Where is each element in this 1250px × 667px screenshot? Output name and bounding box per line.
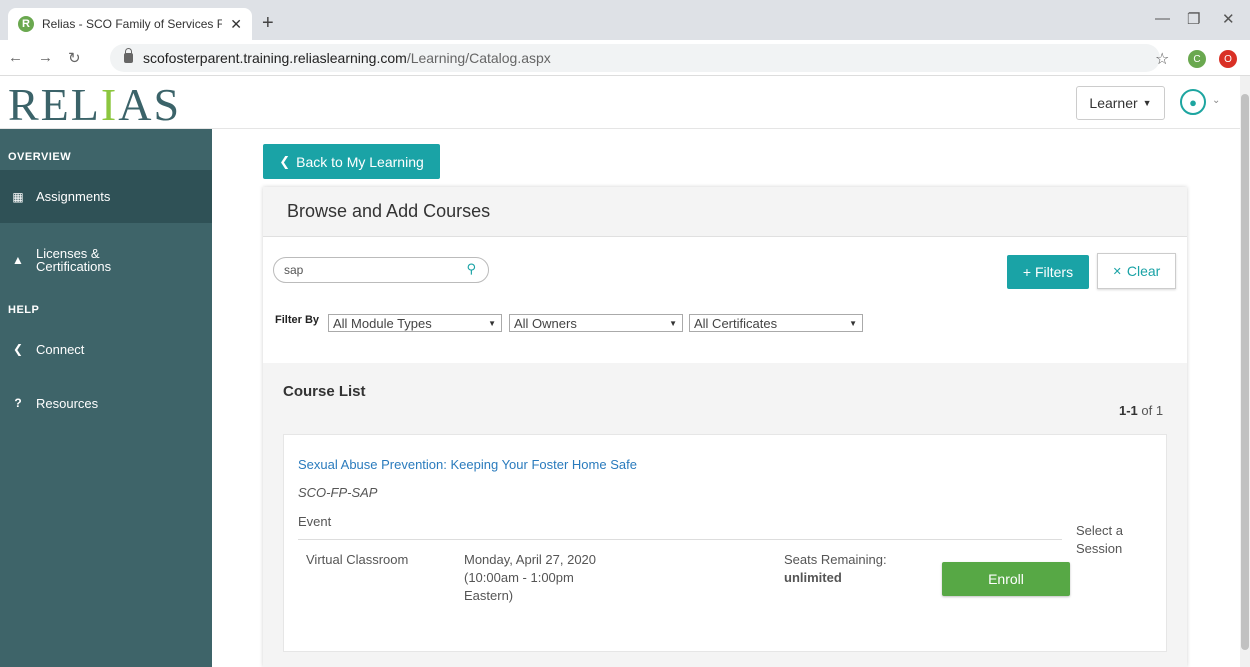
sidebar-item-resources[interactable]: ? Resources — [0, 375, 212, 431]
chevron-left-icon: ❮ — [279, 153, 291, 169]
course-card: Sexual Abuse Prevention: Keeping Your Fo… — [283, 434, 1167, 652]
restore-icon[interactable]: ❐ — [1187, 10, 1200, 28]
session-location: Virtual Classroom — [306, 552, 409, 567]
url-host: scofosterparent.training.reliaslearning.… — [143, 50, 407, 66]
main-content: ❮ Back to My Learning Browse and Add Cou… — [212, 129, 1240, 667]
chevron-down-icon[interactable]: ⌄ — [1212, 95, 1220, 106]
close-tab-icon[interactable]: ✕ — [230, 16, 242, 33]
back-to-my-learning-button[interactable]: ❮ Back to My Learning — [263, 144, 440, 179]
seats-remaining: Seats Remaining: unlimited — [784, 552, 887, 585]
back-arrow-icon[interactable]: ← — [8, 49, 23, 66]
owner-select[interactable]: All Owners ▼ — [509, 314, 683, 332]
app-header: RELIAS Learner ▼ ● ⌄ — [0, 76, 1240, 131]
course-title-link[interactable]: Sexual Abuse Prevention: Keeping Your Fo… — [298, 457, 637, 472]
sidebar: OVERVIEW ▦ Assignments ▲ Licenses & Cert… — [0, 129, 212, 667]
dropdown-arrow-icon: ▼ — [849, 318, 857, 328]
panel-title: Browse and Add Courses — [263, 187, 1187, 237]
new-tab-icon[interactable]: + — [262, 12, 274, 35]
url-path: /Learning/Catalog.aspx — [406, 50, 551, 66]
address-bar-row: ← → ↻ scofosterparent.training.reliaslea… — [0, 40, 1250, 76]
profile-extension-icon[interactable]: C — [1188, 50, 1206, 68]
assignments-icon: ▦ — [12, 189, 24, 204]
sidebar-item-label: Assignments — [36, 189, 111, 204]
sidebar-heading-overview: OVERVIEW — [8, 151, 72, 163]
user-avatar-icon[interactable]: ● — [1180, 89, 1206, 115]
star-icon[interactable]: ☆ — [1155, 49, 1169, 69]
opera-extension-icon[interactable]: O — [1219, 50, 1237, 68]
course-list-title: Course List — [283, 383, 366, 400]
sidebar-item-licenses[interactable]: ▲ Licenses & Certifications — [0, 223, 212, 297]
url-field[interactable]: scofosterparent.training.reliaslearning.… — [110, 44, 1160, 72]
caret-down-icon: ▼ — [1142, 98, 1152, 108]
course-list-area: Course List 1-1 of 1 Sexual Abuse Preven… — [263, 363, 1187, 667]
relias-favicon-icon: R — [18, 16, 34, 32]
browse-courses-panel: Browse and Add Courses ⚲ + Filters ✕ Cle… — [263, 187, 1187, 667]
scrollbar-thumb[interactable] — [1241, 94, 1249, 650]
relias-logo[interactable]: RELIAS — [8, 78, 181, 131]
question-icon: ? — [14, 396, 22, 410]
pagination-count: 1-1 of 1 — [1119, 403, 1164, 418]
filters-button[interactable]: + Filters — [1007, 255, 1089, 289]
search-icon[interactable]: ⚲ — [466, 261, 476, 277]
window-close-icon[interactable]: ✕ — [1222, 10, 1235, 28]
close-icon: ✕ — [1112, 265, 1122, 278]
divider — [298, 539, 1062, 540]
course-code: SCO-FP-SAP — [298, 485, 378, 500]
dropdown-arrow-icon: ▼ — [488, 318, 496, 328]
reload-icon[interactable]: ↻ — [68, 49, 81, 67]
module-type-select[interactable]: All Module Types ▼ — [328, 314, 502, 332]
share-icon: ❮ — [12, 342, 24, 356]
dropdown-arrow-icon: ▼ — [669, 318, 677, 328]
sidebar-item-connect[interactable]: ❮ Connect — [0, 323, 212, 375]
back-button-label: Back to My Learning — [296, 153, 424, 170]
select-session-label: Select a Session — [1076, 523, 1123, 556]
session-datetime: Monday, April 27, 2020 (10:00am - 1:00pm… — [464, 552, 597, 603]
lock-icon — [124, 48, 133, 63]
browser-tab[interactable]: R Relias - SCO Family of Services Fo ✕ — [8, 8, 252, 40]
graduation-cap-icon: ▲ — [12, 252, 24, 267]
sidebar-item-assignments[interactable]: ▦ Assignments — [0, 170, 212, 223]
sidebar-item-label: Licenses & Certifications — [36, 246, 112, 274]
clear-label: Clear — [1126, 263, 1161, 279]
forward-arrow-icon[interactable]: → — [38, 49, 53, 66]
tab-title: Relias - SCO Family of Services Fo — [42, 17, 222, 31]
search-box[interactable]: ⚲ — [273, 257, 489, 283]
browser-tab-bar: R Relias - SCO Family of Services Fo ✕ +… — [0, 0, 1250, 40]
course-type: Event — [298, 514, 332, 529]
enroll-button[interactable]: Enroll — [942, 562, 1070, 596]
sidebar-item-label: Resources — [36, 395, 99, 411]
search-input[interactable] — [284, 263, 454, 277]
learner-role-dropdown[interactable]: Learner ▼ — [1076, 86, 1165, 120]
page-scrollbar[interactable] — [1240, 76, 1250, 667]
certificate-select[interactable]: All Certificates ▼ — [689, 314, 863, 332]
role-label: Learner — [1089, 95, 1138, 111]
sidebar-item-label: Connect — [36, 341, 85, 357]
sidebar-heading-help: HELP — [8, 304, 40, 316]
minimize-icon[interactable]: — — [1155, 10, 1170, 27]
clear-button[interactable]: ✕ Clear — [1097, 253, 1176, 289]
filter-by-label: Filter By — [275, 314, 320, 326]
